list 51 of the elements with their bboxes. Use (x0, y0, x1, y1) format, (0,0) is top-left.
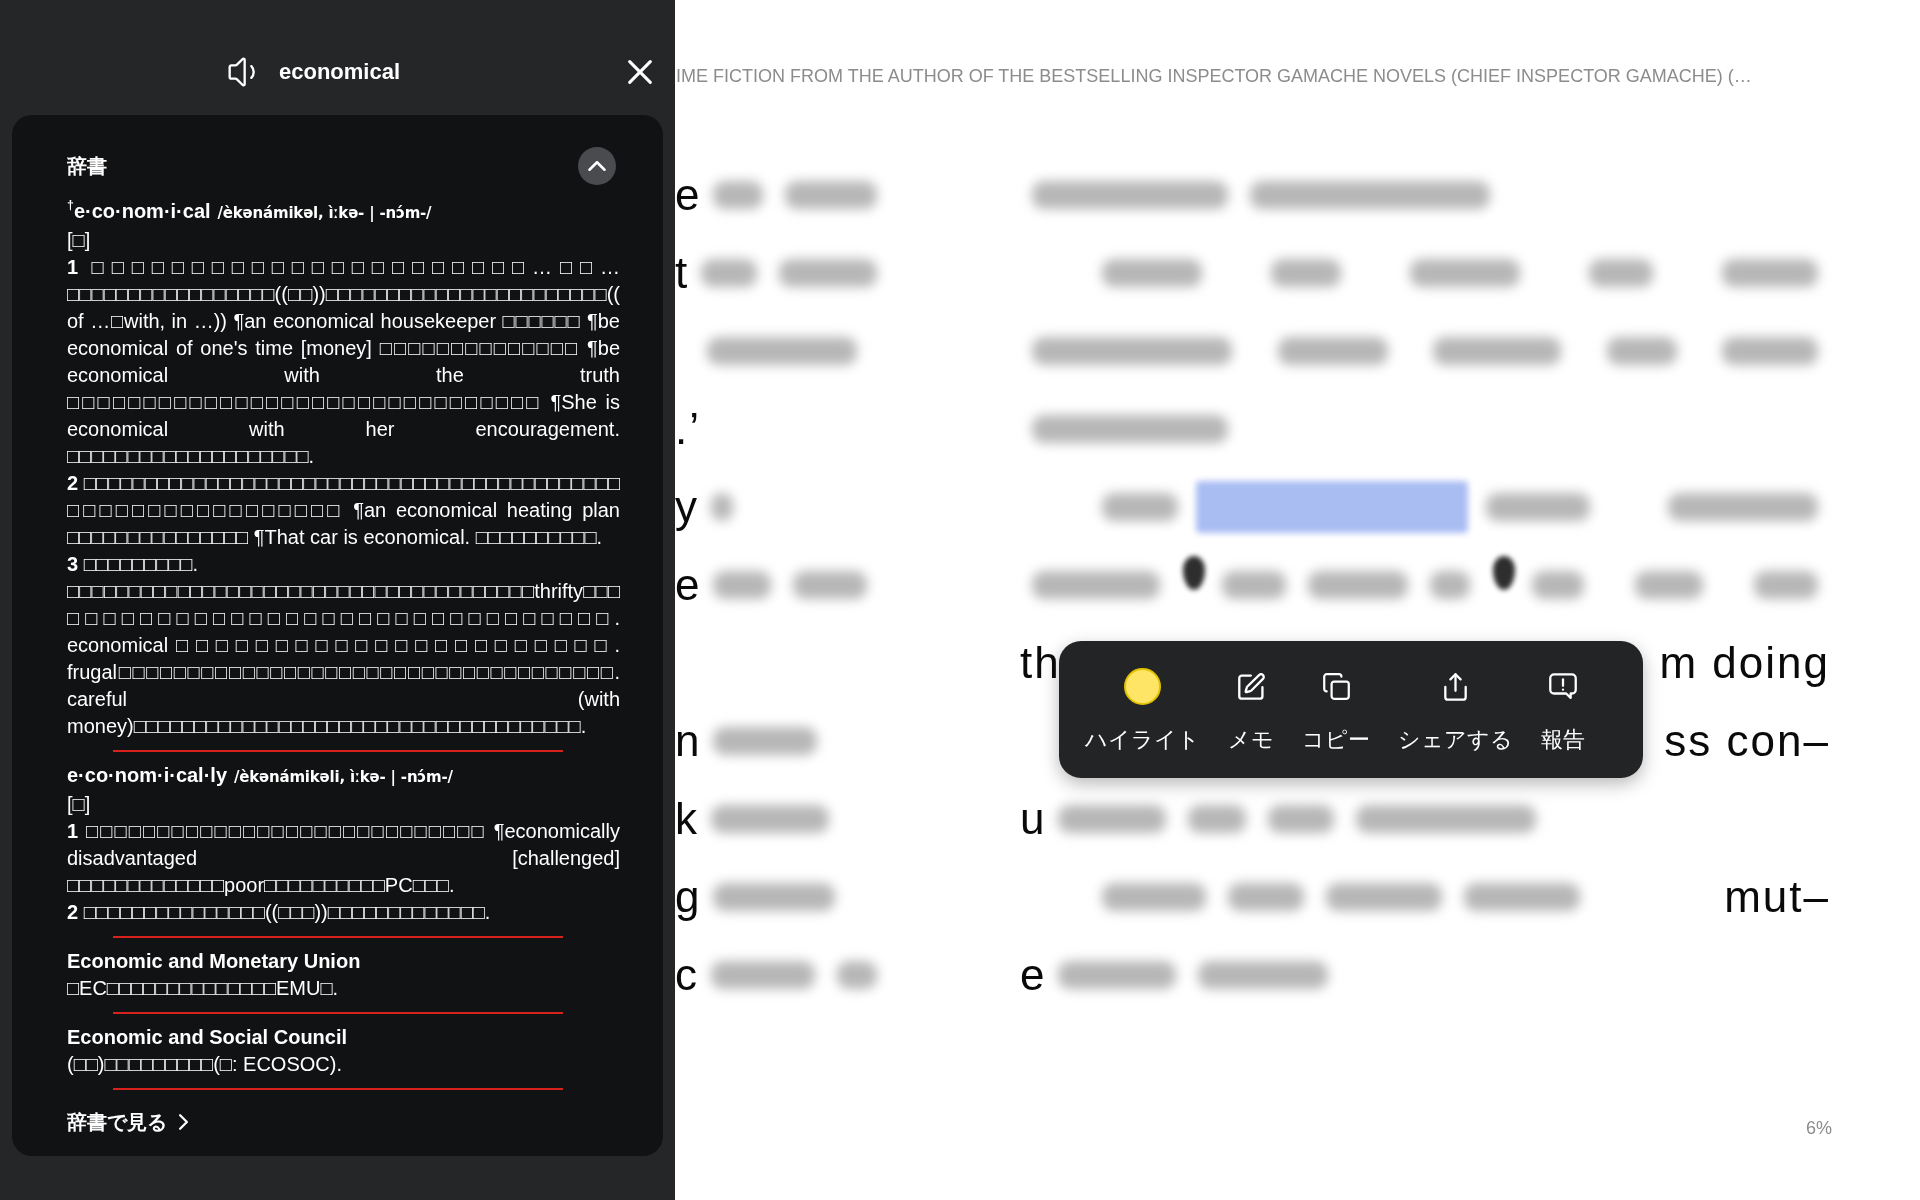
book-title: IME FICTION FROM THE AUTHOR OF THE BESTSELLING INSPECTOR GAMACHE NOVELS (CHIEF INSPECTOR GAMACHE) (… (675, 65, 1752, 88)
book-text: m doing (1659, 637, 1830, 689)
book-text: ss con– (1664, 715, 1830, 767)
headword: Economic and Monetary Union (67, 949, 361, 974)
copy-button[interactable]: コピー (1302, 668, 1370, 753)
definition-text: □□□□□□□□□□□□□□□□□□□□□□□□□□□□□□□□□□□□□□thrifty□□□□□□□□□□□□□□□□□□□□□□□□□□□□□□□□□. economical□□□□□□□□□□□□□□□□□□□□□□. frugal□□□□□□□□□□□□□□□□□□□□□□□□□□□□□□□□□□□□. careful (with money)□□□□□□□□□□□□□□□□□□□□□□□□□□□□□□□□□□□□□. (67, 579, 620, 739)
highlight-swatch-icon (1124, 668, 1161, 705)
book-text: th (1020, 637, 1061, 689)
definition-text: 2 □□□□□□□□□□□□□□□□□□□□□□□□□□□□□□□□□□□□□□□□□□□□□□□□□□□□□□□□□□□□□ ¶an economical heating plan □□□□□□□□□□□□□□□ ¶That car is economical. □□□□□□□□□□. (67, 471, 620, 550)
share-button[interactable]: シェアする (1398, 668, 1513, 753)
chevron-right-icon (179, 1114, 188, 1130)
copy-icon (1322, 673, 1350, 700)
book-text: u (1020, 793, 1047, 845)
definition-text: (□□)□□□□□□□□□(□: ECOSOC). (67, 1052, 343, 1077)
close-icon[interactable] (628, 60, 652, 84)
book-text: c (675, 949, 699, 1001)
headword: e·co·nom·i·cal·ly (67, 763, 228, 788)
book-text: k (675, 793, 699, 845)
book-text: g (675, 871, 702, 923)
book-text: y (675, 481, 699, 533)
headword: $^{†}$e·co·nom·i·cal (67, 198, 211, 224)
definition-text: 1 □□□□□□□□□□□□□□□□□□□□□□…□□…□□□□□□□□□□□□□□□□□((□□))□□□□□□□□□□□□□□□□□□□□□□□((of …□with, in …)) ¶an economical housekeeper □□□□□□ ¶be economical of one's time [money] □□□□□□□□□□□□□□ ¶be economical with the truth □□□□□□□□□□□□□□□□□□□□□□□□□□□□□□□ ¶She is economical with her encouragement. □□□□□□□□□□□□□□□□□□□□. (67, 255, 620, 469)
pencil-square-icon (1237, 673, 1265, 700)
chevron-icon (588, 161, 606, 171)
collapse-button[interactable] (578, 147, 616, 185)
share-icon (1444, 672, 1467, 701)
book-text: .’ (675, 403, 701, 455)
percentage-label: 6% (1806, 1117, 1832, 1140)
section-title: 辞書 (67, 152, 107, 180)
pronunciation-text: /èkənámikəli, ìːkə- | -nɔ́m-/ (234, 767, 453, 788)
book-text: e (675, 559, 702, 611)
part-of-speech-label: [□] (67, 228, 91, 253)
part-of-speech-label: [□] (67, 792, 91, 817)
book-text: e (1020, 949, 1047, 1001)
note-button[interactable]: メモ (1228, 668, 1274, 753)
book-text: n (675, 715, 702, 767)
book-text: mut– (1724, 871, 1830, 923)
speaker-icon[interactable] (228, 57, 258, 87)
speech-bubble-exclamation-icon (1549, 673, 1577, 700)
book-text: t (675, 247, 690, 299)
report-button[interactable]: 報告 (1541, 668, 1585, 753)
headword: Economic and Social Council (67, 1025, 348, 1050)
looked-up-word: economical (279, 59, 401, 85)
book-text: e (675, 169, 702, 221)
definition-text: 2 □□□□□□□□□□□□□□□((□□□))□□□□□□□□□□□□□. (67, 900, 492, 925)
highlight-button[interactable]: ハイライト (1085, 668, 1200, 753)
dictionary-link[interactable]: 辞書で見る (67, 1108, 188, 1136)
definition-text: □EC□□□□□□□□□□□□□□EMU□. (67, 976, 340, 1001)
pronunciation-text: /èkənámikəl, ìːkə- | -nɔ́m-/ (217, 203, 432, 224)
definition-text: 1 □□□□□□□□□□□□□□□□□□□□□□□□□□□□ ¶economically disadvantaged [challenged] □□□□□□□□□□□□□poor□□□□□□□□□□PC□□□. (67, 819, 620, 898)
definition-text: 3 □□□□□□□□□. (67, 552, 199, 577)
